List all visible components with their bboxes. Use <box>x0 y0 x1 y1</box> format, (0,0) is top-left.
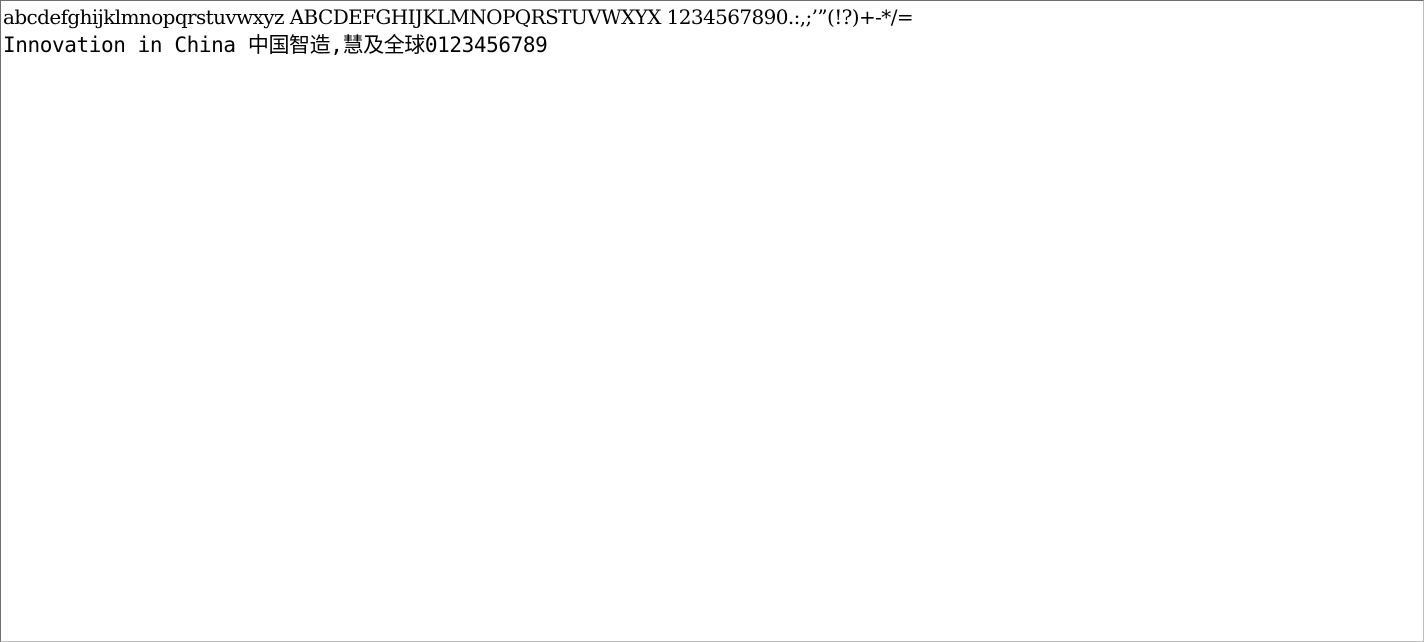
sample-text-line-latin: abcdefghijklmnopqrstuvwxyz ABCDEFGHIJKLM… <box>3 5 914 29</box>
font-preview-canvas: abcdefghijklmnopqrstuvwxyz ABCDEFGHIJKLM… <box>0 0 1424 642</box>
sample-text-line-mixed: Innovation in China 中国智造,慧及全球0123456789 <box>3 33 548 57</box>
